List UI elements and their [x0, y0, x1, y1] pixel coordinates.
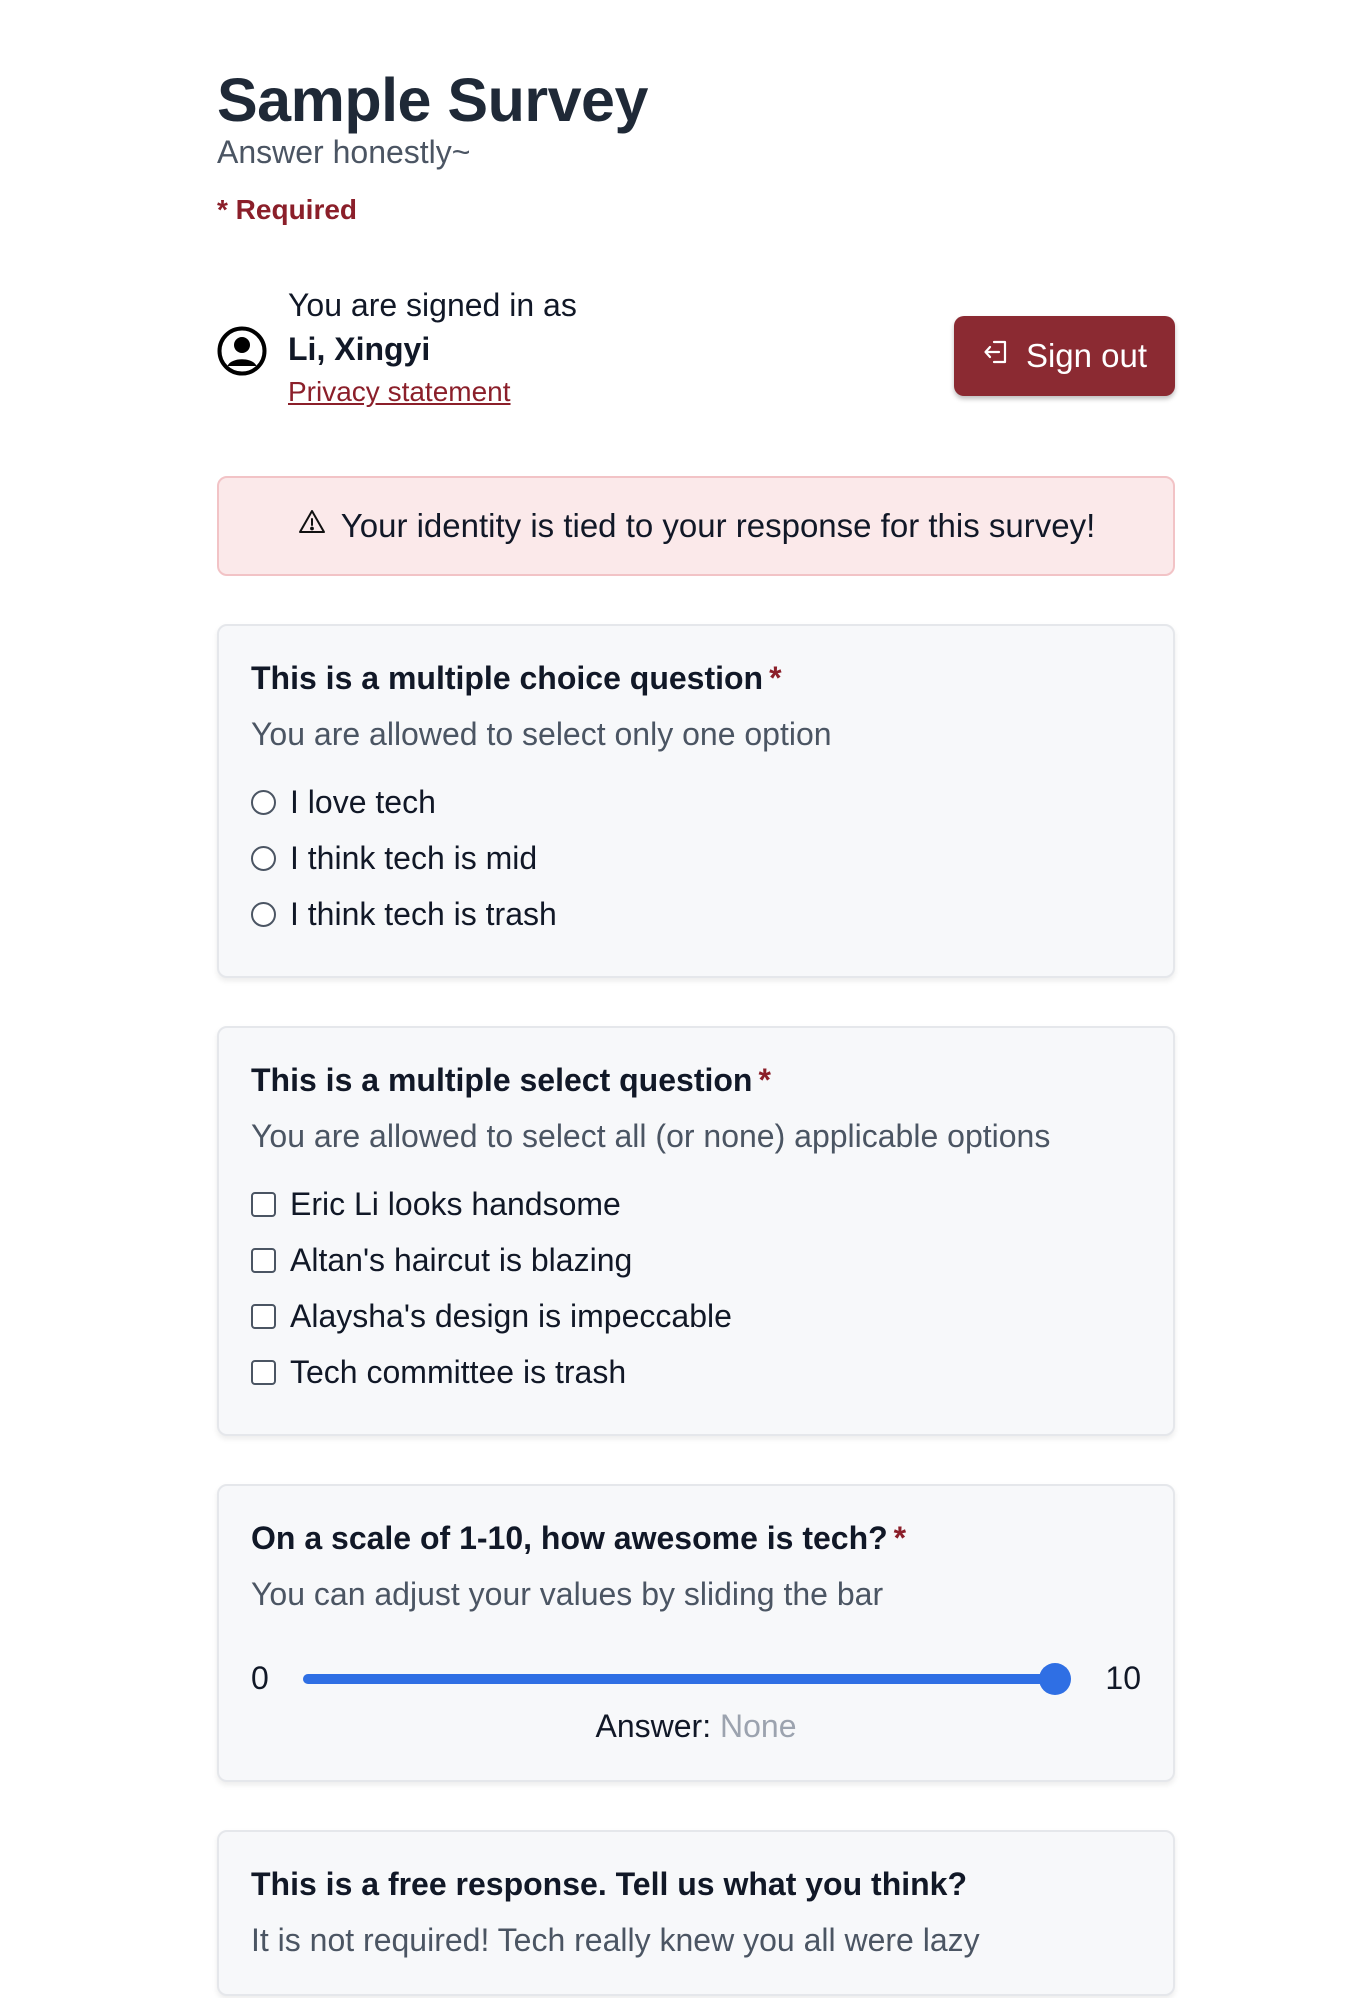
option-label: Eric Li looks handsome: [290, 1185, 621, 1222]
checkbox[interactable]: [251, 1247, 276, 1273]
question-card-multiple-select: This is a multiple select question * You …: [217, 1026, 1175, 1436]
option-label: Altan's haircut is blazing: [290, 1241, 633, 1278]
question-title: This is a multiple choice question *: [251, 658, 1141, 698]
checkbox[interactable]: [251, 1303, 276, 1329]
required-star: *: [758, 1062, 771, 1098]
question-card-multiple-choice: This is a multiple choice question * You …: [217, 624, 1175, 978]
radio-option[interactable]: I think tech is trash: [251, 886, 1141, 942]
alert-text: Your identity is tied to your response f…: [340, 507, 1096, 544]
question-card-free-response: This is a free response. Tell us what yo…: [217, 1830, 1175, 1996]
checkbox[interactable]: [251, 1359, 276, 1385]
slider-answer: Answer: None: [251, 1706, 1141, 1746]
slider-row: 0 10: [251, 1658, 1141, 1698]
question-title-text: On a scale of 1-10, how awesome is tech?: [251, 1520, 888, 1556]
sign-out-label: Sign out: [1025, 337, 1148, 374]
sign-out-icon: [982, 337, 1012, 375]
question-description: You are allowed to select all (or none) …: [251, 1118, 1051, 1154]
question-title: On a scale of 1-10, how awesome is tech?…: [251, 1518, 1141, 1558]
checkbox-option[interactable]: Eric Li looks handsome: [251, 1176, 1141, 1232]
checkbox[interactable]: [251, 1191, 276, 1217]
radio-option[interactable]: I love tech: [251, 774, 1141, 830]
required-note: * Required: [217, 194, 358, 225]
question-description: You can adjust your values by sliding th…: [251, 1576, 884, 1612]
question-title-text: This is a free response. Tell us what yo…: [251, 1866, 968, 1902]
survey-container: Sample Survey Answer honestly~ * Require…: [217, 0, 1175, 1996]
option-label: I think tech is mid: [290, 839, 538, 876]
slider-fill: [303, 1674, 1055, 1684]
option-label: I think tech is trash: [290, 895, 557, 932]
radio-button[interactable]: [251, 845, 276, 871]
option-label: I love tech: [290, 783, 436, 820]
slider-max-label: 10: [1105, 1659, 1141, 1696]
question-title: This is a multiple select question *: [251, 1060, 1141, 1100]
privacy-statement-link[interactable]: Privacy statement: [288, 372, 511, 412]
required-star: *: [893, 1520, 907, 1556]
radio-option[interactable]: I think tech is mid: [251, 830, 1141, 886]
question-title-text: This is a multiple choice question: [251, 660, 764, 696]
answer-value: None: [719, 1708, 797, 1744]
radio-options: I love tech I think tech is mid I think …: [251, 774, 1141, 942]
page-subtitle: Answer honestly~: [217, 134, 471, 170]
question-description: It is not required! Tech really knew you…: [251, 1922, 980, 1958]
page-title: Sample Survey: [217, 66, 648, 134]
question-description: You are allowed to select only one optio…: [251, 716, 832, 752]
signed-in-label: You are signed in as: [288, 287, 577, 323]
slider-min-label: 0: [251, 1659, 269, 1696]
slider-thumb[interactable]: [1039, 1663, 1071, 1695]
survey-page: Sample Survey Answer honestly~ * Require…: [0, 0, 1360, 1998]
question-title: This is a free response. Tell us what yo…: [251, 1864, 1141, 1904]
signin-info: You are signed in as Li, Xingyi Privacy …: [288, 284, 577, 412]
checkbox-options: Eric Li looks handsome Altan's haircut i…: [251, 1176, 1141, 1400]
checkbox-option[interactable]: Tech committee is trash: [251, 1344, 1141, 1400]
warning-triangle-icon: [297, 507, 327, 545]
radio-button[interactable]: [251, 901, 276, 927]
signin-section: You are signed in as Li, Xingyi Privacy …: [217, 284, 1175, 422]
user-circle-icon: [217, 326, 267, 376]
checkbox-option[interactable]: Altan's haircut is blazing: [251, 1232, 1141, 1288]
option-label: Tech committee is trash: [290, 1353, 627, 1390]
awesomeness-slider[interactable]: [303, 1658, 1071, 1698]
radio-button[interactable]: [251, 789, 276, 815]
option-label: Alaysha's design is impeccable: [290, 1297, 732, 1334]
sign-out-button[interactable]: Sign out: [954, 316, 1175, 396]
required-star: *: [769, 660, 782, 696]
checkbox-option[interactable]: Alaysha's design is impeccable: [251, 1288, 1141, 1344]
question-card-slider: On a scale of 1-10, how awesome is tech?…: [217, 1484, 1175, 1782]
user-name: Li, Xingyi: [288, 331, 431, 367]
question-title-text: This is a multiple select question: [251, 1062, 753, 1098]
answer-label: Answer:: [595, 1708, 712, 1744]
identity-alert: Your identity is tied to your response f…: [217, 476, 1175, 576]
